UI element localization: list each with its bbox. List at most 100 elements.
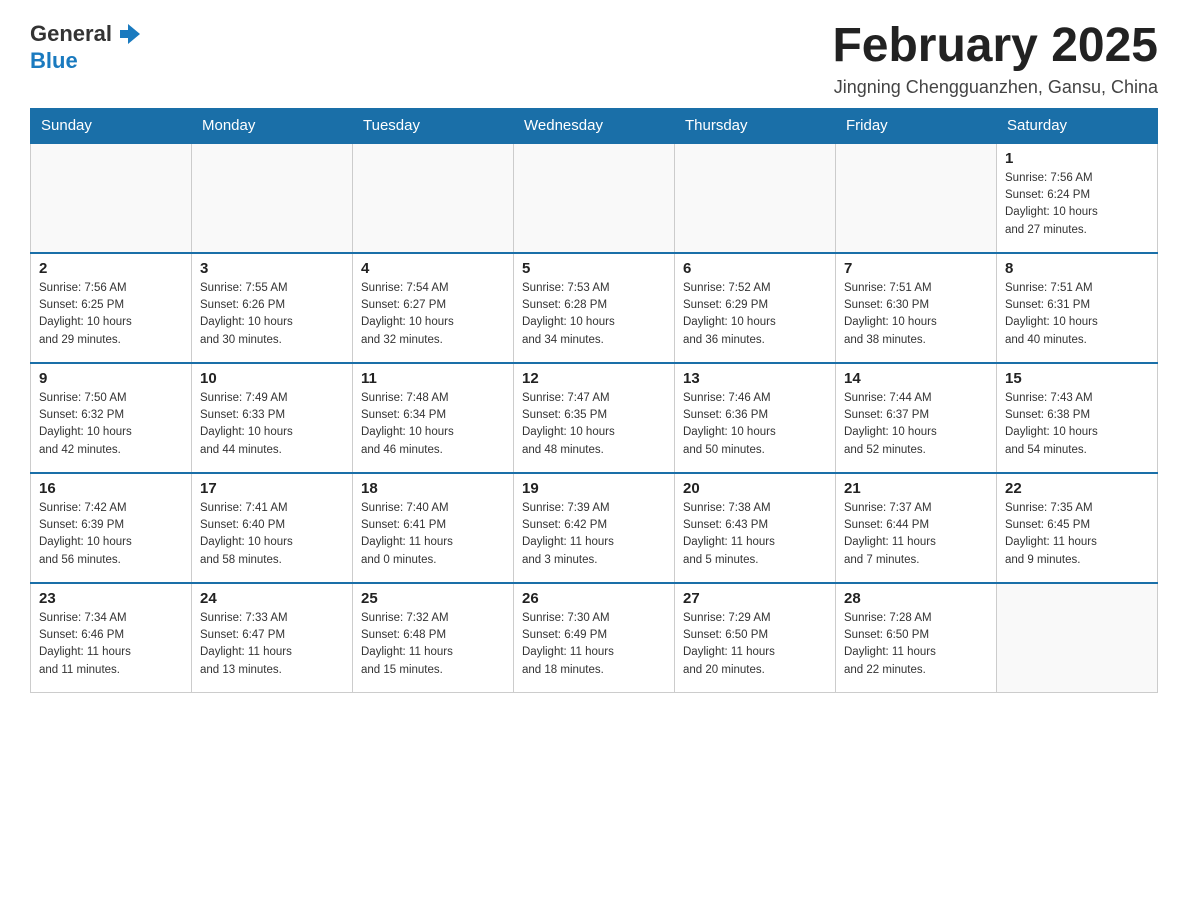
day-number: 11	[361, 370, 505, 387]
day-info: Sunrise: 7:33 AM Sunset: 6:47 PM Dayligh…	[200, 610, 344, 679]
logo: General Blue	[30, 20, 142, 74]
day-info: Sunrise: 7:39 AM Sunset: 6:42 PM Dayligh…	[522, 500, 666, 569]
calendar-cell: 9 Sunrise: 7:50 AM Sunset: 6:32 PM Daylig…	[31, 363, 192, 473]
calendar-cell: 11 Sunrise: 7:48 AM Sunset: 6:34 PM Dayli…	[353, 363, 514, 473]
weekday-header-friday: Friday	[836, 108, 997, 143]
calendar-cell: 4Sunrise: 7:54 AM Sunset: 6:27 PM Daylig…	[353, 253, 514, 363]
calendar-cell: 2 Sunrise: 7:56 AM Sunset: 6:25 PM Daylig…	[31, 253, 192, 363]
calendar-cell: 24 Sunrise: 7:33 AM Sunset: 6:47 PM Dayli…	[192, 583, 353, 693]
calendar-cell	[31, 143, 192, 253]
day-number: 19	[522, 480, 666, 497]
calendar-cell	[353, 143, 514, 253]
day-info: Sunrise: 7:49 AM Sunset: 6:33 PM Dayligh…	[200, 390, 344, 459]
day-info: Sunrise: 7:46 AM Sunset: 6:36 PM Dayligh…	[683, 390, 827, 459]
day-info: Sunrise: 7:41 AM Sunset: 6:40 PM Dayligh…	[200, 500, 344, 569]
day-number: 26	[522, 590, 666, 607]
month-title: February 2025	[832, 20, 1158, 73]
week-row-4: 23Sunrise: 7:34 AM Sunset: 6:46 PM Dayli…	[31, 583, 1158, 693]
day-info: Sunrise: 7:51 AM Sunset: 6:31 PM Dayligh…	[1005, 280, 1149, 349]
day-info: Sunrise: 7:54 AM Sunset: 6:27 PM Dayligh…	[361, 280, 505, 349]
calendar-cell	[997, 583, 1158, 693]
weekday-header-wednesday: Wednesday	[514, 108, 675, 143]
day-number: 6	[683, 260, 827, 277]
calendar-cell: 23Sunrise: 7:34 AM Sunset: 6:46 PM Dayli…	[31, 583, 192, 693]
calendar-cell: 25 Sunrise: 7:32 AM Sunset: 6:48 PM Dayli…	[353, 583, 514, 693]
weekday-header-monday: Monday	[192, 108, 353, 143]
calendar-cell: 12 Sunrise: 7:47 AM Sunset: 6:35 PM Dayli…	[514, 363, 675, 473]
calendar-cell: 20 Sunrise: 7:38 AM Sunset: 6:43 PM Dayli…	[675, 473, 836, 583]
day-info: Sunrise: 7:29 AM Sunset: 6:50 PM Dayligh…	[683, 610, 827, 679]
day-info: Sunrise: 7:50 AM Sunset: 6:32 PM Dayligh…	[39, 390, 183, 459]
day-number: 25	[361, 590, 505, 607]
calendar-cell: 26 Sunrise: 7:30 AM Sunset: 6:49 PM Dayli…	[514, 583, 675, 693]
day-info: Sunrise: 7:32 AM Sunset: 6:48 PM Dayligh…	[361, 610, 505, 679]
calendar-cell	[836, 143, 997, 253]
day-info: Sunrise: 7:30 AM Sunset: 6:49 PM Dayligh…	[522, 610, 666, 679]
day-info: Sunrise: 7:38 AM Sunset: 6:43 PM Dayligh…	[683, 500, 827, 569]
calendar: SundayMondayTuesdayWednesdayThursdayFrid…	[30, 108, 1158, 694]
page-header: General Blue February 2025 Jingning Chen…	[30, 20, 1158, 98]
calendar-cell: 19 Sunrise: 7:39 AM Sunset: 6:42 PM Dayli…	[514, 473, 675, 583]
week-row-2: 9 Sunrise: 7:50 AM Sunset: 6:32 PM Daylig…	[31, 363, 1158, 473]
day-number: 12	[522, 370, 666, 387]
logo-text-general: General	[30, 21, 112, 47]
logo-text-blue: Blue	[30, 48, 78, 73]
calendar-cell: 1 Sunrise: 7:56 AM Sunset: 6:24 PM Daylig…	[997, 143, 1158, 253]
calendar-cell: 3 Sunrise: 7:55 AM Sunset: 6:26 PM Daylig…	[192, 253, 353, 363]
day-number: 1	[1005, 150, 1149, 167]
day-info: Sunrise: 7:55 AM Sunset: 6:26 PM Dayligh…	[200, 280, 344, 349]
day-info: Sunrise: 7:43 AM Sunset: 6:38 PM Dayligh…	[1005, 390, 1149, 459]
calendar-cell: 16 Sunrise: 7:42 AM Sunset: 6:39 PM Dayli…	[31, 473, 192, 583]
day-number: 10	[200, 370, 344, 387]
day-number: 14	[844, 370, 988, 387]
day-info: Sunrise: 7:56 AM Sunset: 6:25 PM Dayligh…	[39, 280, 183, 349]
location: Jingning Chengguanzhen, Gansu, China	[832, 77, 1158, 98]
day-number: 24	[200, 590, 344, 607]
day-info: Sunrise: 7:47 AM Sunset: 6:35 PM Dayligh…	[522, 390, 666, 459]
day-info: Sunrise: 7:42 AM Sunset: 6:39 PM Dayligh…	[39, 500, 183, 569]
day-number: 20	[683, 480, 827, 497]
day-info: Sunrise: 7:52 AM Sunset: 6:29 PM Dayligh…	[683, 280, 827, 349]
day-number: 7	[844, 260, 988, 277]
day-number: 2	[39, 260, 183, 277]
weekday-header-saturday: Saturday	[997, 108, 1158, 143]
calendar-cell: 27 Sunrise: 7:29 AM Sunset: 6:50 PM Dayli…	[675, 583, 836, 693]
day-info: Sunrise: 7:48 AM Sunset: 6:34 PM Dayligh…	[361, 390, 505, 459]
day-number: 16	[39, 480, 183, 497]
day-number: 13	[683, 370, 827, 387]
day-number: 28	[844, 590, 988, 607]
calendar-cell: 13 Sunrise: 7:46 AM Sunset: 6:36 PM Dayli…	[675, 363, 836, 473]
calendar-cell: 21 Sunrise: 7:37 AM Sunset: 6:44 PM Dayli…	[836, 473, 997, 583]
calendar-cell: 6 Sunrise: 7:52 AM Sunset: 6:29 PM Daylig…	[675, 253, 836, 363]
day-number: 5	[522, 260, 666, 277]
calendar-cell: 22Sunrise: 7:35 AM Sunset: 6:45 PM Dayli…	[997, 473, 1158, 583]
day-info: Sunrise: 7:56 AM Sunset: 6:24 PM Dayligh…	[1005, 170, 1149, 239]
day-number: 15	[1005, 370, 1149, 387]
day-number: 21	[844, 480, 988, 497]
day-info: Sunrise: 7:37 AM Sunset: 6:44 PM Dayligh…	[844, 500, 988, 569]
day-info: Sunrise: 7:28 AM Sunset: 6:50 PM Dayligh…	[844, 610, 988, 679]
day-info: Sunrise: 7:51 AM Sunset: 6:30 PM Dayligh…	[844, 280, 988, 349]
week-row-0: 1 Sunrise: 7:56 AM Sunset: 6:24 PM Daylig…	[31, 143, 1158, 253]
day-number: 9	[39, 370, 183, 387]
day-number: 23	[39, 590, 183, 607]
day-number: 18	[361, 480, 505, 497]
day-info: Sunrise: 7:35 AM Sunset: 6:45 PM Dayligh…	[1005, 500, 1149, 569]
day-number: 3	[200, 260, 344, 277]
day-info: Sunrise: 7:53 AM Sunset: 6:28 PM Dayligh…	[522, 280, 666, 349]
week-row-3: 16 Sunrise: 7:42 AM Sunset: 6:39 PM Dayli…	[31, 473, 1158, 583]
day-number: 27	[683, 590, 827, 607]
logo-icon	[114, 20, 142, 48]
day-number: 8	[1005, 260, 1149, 277]
weekday-header-sunday: Sunday	[31, 108, 192, 143]
weekday-header-tuesday: Tuesday	[353, 108, 514, 143]
calendar-cell: 5 Sunrise: 7:53 AM Sunset: 6:28 PM Daylig…	[514, 253, 675, 363]
day-number: 17	[200, 480, 344, 497]
day-info: Sunrise: 7:44 AM Sunset: 6:37 PM Dayligh…	[844, 390, 988, 459]
week-row-1: 2 Sunrise: 7:56 AM Sunset: 6:25 PM Daylig…	[31, 253, 1158, 363]
calendar-cell	[514, 143, 675, 253]
calendar-cell: 14 Sunrise: 7:44 AM Sunset: 6:37 PM Dayli…	[836, 363, 997, 473]
weekday-header-thursday: Thursday	[675, 108, 836, 143]
calendar-cell: 10 Sunrise: 7:49 AM Sunset: 6:33 PM Dayli…	[192, 363, 353, 473]
calendar-cell: 18Sunrise: 7:40 AM Sunset: 6:41 PM Dayli…	[353, 473, 514, 583]
